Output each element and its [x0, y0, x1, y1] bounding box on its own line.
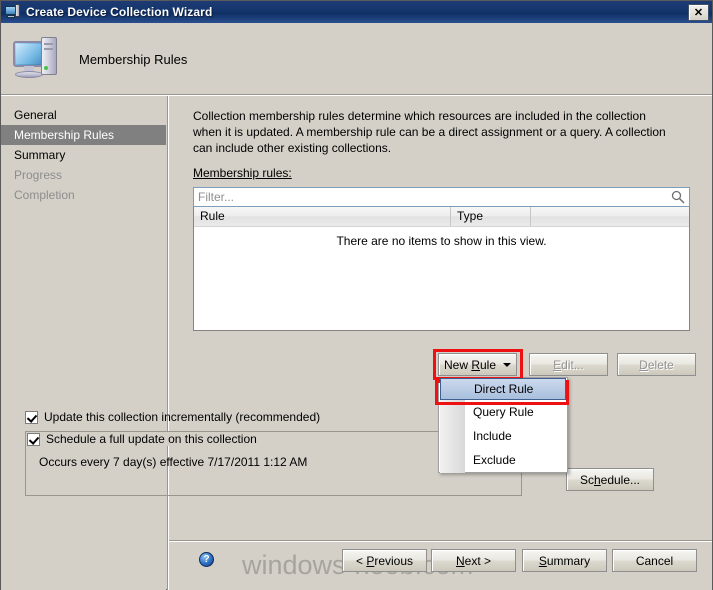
update-incrementally-label: Update this collection incrementally (re… — [44, 410, 321, 424]
edit-button-label: Edit... — [553, 357, 584, 372]
help-icon[interactable]: ? — [199, 552, 214, 567]
menu-item-label: Exclude — [473, 453, 516, 467]
wizard-header: Membership Rules — [1, 23, 712, 95]
search-input[interactable] — [198, 189, 648, 205]
listview-empty-message: There are no items to show in this view. — [336, 234, 547, 248]
menu-item-query-rule[interactable]: Query Rule — [439, 400, 567, 424]
close-icon[interactable]: ✕ — [688, 4, 709, 21]
column-header-blank[interactable] — [531, 207, 689, 226]
sidebar-item-summary[interactable]: Summary — [1, 145, 166, 165]
schedule-occurrence-text: Occurs every 7 day(s) effective 7/17/201… — [39, 455, 308, 469]
cancel-button[interactable]: Cancel — [612, 549, 697, 572]
page-title: Membership Rules — [79, 51, 188, 67]
schedule-button[interactable]: Schedule... — [566, 468, 654, 491]
filter-box[interactable] — [193, 187, 690, 207]
intro-text: Collection membership rules determine wh… — [193, 109, 666, 155]
delete-button-label: Delete — [639, 357, 674, 372]
schedule-full-update-checkbox[interactable] — [27, 432, 40, 446]
new-rule-button-label: New Rule — [443, 357, 497, 372]
column-header-rule[interactable]: Rule — [194, 207, 451, 226]
menu-item-label: Include — [473, 429, 512, 443]
sidebar-item-label: Completion — [14, 188, 75, 202]
new-rule-dropdown-menu[interactable]: Direct Rule Query Rule Include Exclude — [438, 377, 568, 473]
column-header-type[interactable]: Type — [451, 207, 531, 226]
summary-button-label: Summary — [538, 553, 591, 568]
sidebar-item-completion: Completion — [1, 185, 166, 205]
update-incrementally-checkbox[interactable] — [25, 410, 38, 424]
main-panel: Collection membership rules determine wh… — [169, 96, 712, 590]
sidebar-item-label: Progress — [14, 168, 63, 182]
footer-divider-highlight — [169, 541, 712, 542]
new-rule-button[interactable]: New Rule — [438, 353, 517, 376]
schedule-full-update-checkbox-row[interactable]: Schedule a full update on this collectio… — [27, 432, 263, 446]
sidebar-item-membership-rules[interactable]: Membership Rules — [1, 125, 166, 145]
menu-item-exclude[interactable]: Exclude — [439, 448, 567, 472]
sidebar-item-progress: Progress — [1, 165, 166, 185]
menu-item-direct-rule[interactable]: Direct Rule — [440, 378, 566, 400]
chevron-down-icon — [503, 362, 512, 367]
edit-button: Edit... — [529, 353, 608, 376]
menu-item-include[interactable]: Include — [439, 424, 567, 448]
title-bar: Create Device Collection Wizard ✕ — [1, 1, 712, 23]
window-title: Create Device Collection Wizard — [26, 5, 213, 19]
schedule-full-update-label: Schedule a full update on this collectio… — [46, 432, 257, 446]
sidebar-item-label: General — [14, 108, 57, 122]
sidebar-item-general[interactable]: General — [1, 105, 166, 125]
sidebar-item-label: Summary — [14, 148, 66, 162]
next-button-label: Next > — [455, 553, 492, 568]
update-incrementally-checkbox-row[interactable]: Update this collection incrementally (re… — [25, 410, 320, 424]
listview-header: Rule Type — [194, 207, 689, 227]
wizard-step-list: General Membership Rules Summary Progres… — [1, 96, 166, 590]
membership-rules-label-text: Membership rules: — [193, 166, 292, 180]
menu-item-label: Direct Rule — [474, 382, 534, 396]
membership-rules-listview[interactable]: Rule Type There are no items to show in … — [193, 207, 690, 331]
computer-icon — [5, 4, 21, 20]
next-button[interactable]: Next > — [431, 549, 516, 572]
summary-button[interactable]: Summary — [522, 549, 607, 572]
menu-item-label: Query Rule — [473, 405, 534, 419]
sidebar-item-label: Membership Rules — [14, 128, 115, 142]
previous-button-label: < Previous — [355, 553, 414, 568]
previous-button[interactable]: < Previous — [342, 549, 427, 572]
computer-icon — [11, 35, 67, 83]
membership-rules-label: Membership rules: — [193, 166, 292, 180]
schedule-button-label: Schedule... — [579, 472, 641, 487]
delete-button: Delete — [617, 353, 696, 376]
search-icon[interactable] — [671, 190, 685, 204]
wizard-window: Create Device Collection Wizard ✕ Member… — [0, 0, 713, 590]
